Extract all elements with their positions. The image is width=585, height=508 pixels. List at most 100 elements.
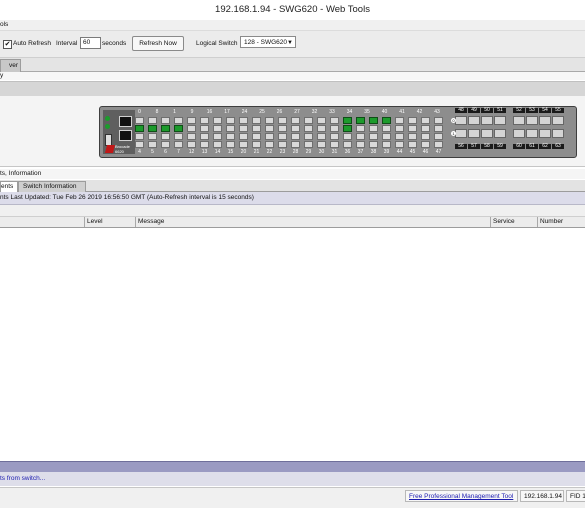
switch-port[interactable] bbox=[252, 133, 261, 140]
switch-port[interactable] bbox=[252, 141, 261, 148]
menu-item-tools[interactable]: ols bbox=[0, 20, 8, 30]
switch-port[interactable] bbox=[200, 141, 209, 148]
switch-port[interactable] bbox=[148, 133, 157, 140]
switch-port[interactable] bbox=[421, 141, 430, 148]
switch-port[interactable] bbox=[382, 117, 391, 124]
switch-port[interactable] bbox=[135, 125, 144, 132]
tab-switch-view[interactable]: ver bbox=[0, 59, 21, 72]
console-port-icon[interactable] bbox=[119, 130, 132, 141]
switch-port[interactable] bbox=[356, 125, 365, 132]
qsfp-port[interactable] bbox=[481, 129, 493, 138]
qsfp-port[interactable] bbox=[481, 116, 493, 125]
switch-port[interactable] bbox=[239, 117, 248, 124]
switch-port[interactable] bbox=[174, 125, 183, 132]
switch-port[interactable] bbox=[382, 125, 391, 132]
switch-port[interactable] bbox=[213, 117, 222, 124]
switch-port[interactable] bbox=[395, 117, 404, 124]
interval-input[interactable]: 60 bbox=[80, 37, 101, 49]
switch-port[interactable] bbox=[382, 141, 391, 148]
switch-port[interactable] bbox=[265, 117, 274, 124]
switch-port[interactable] bbox=[265, 133, 274, 140]
switch-port[interactable] bbox=[226, 125, 235, 132]
qsfp-port[interactable] bbox=[539, 116, 551, 125]
switch-port[interactable] bbox=[330, 141, 339, 148]
switch-port[interactable] bbox=[395, 133, 404, 140]
switch-port[interactable] bbox=[356, 133, 365, 140]
qsfp-port[interactable] bbox=[513, 116, 525, 125]
qsfp-port[interactable] bbox=[455, 116, 467, 125]
switch-port[interactable] bbox=[304, 133, 313, 140]
switch-port[interactable] bbox=[174, 117, 183, 124]
switch-port[interactable] bbox=[291, 141, 300, 148]
switch-port[interactable] bbox=[161, 117, 170, 124]
switch-port[interactable] bbox=[317, 125, 326, 132]
qsfp-port[interactable] bbox=[526, 129, 538, 138]
qsfp-port[interactable] bbox=[468, 129, 480, 138]
switch-port[interactable] bbox=[135, 133, 144, 140]
switch-port[interactable] bbox=[239, 125, 248, 132]
switch-port[interactable] bbox=[200, 125, 209, 132]
switch-port[interactable] bbox=[395, 125, 404, 132]
switch-port[interactable] bbox=[421, 133, 430, 140]
column-header-number[interactable]: Number bbox=[537, 217, 585, 227]
switch-port[interactable] bbox=[252, 117, 261, 124]
switch-port[interactable] bbox=[213, 141, 222, 148]
mgmt-port-icon[interactable] bbox=[119, 116, 132, 127]
switch-port[interactable] bbox=[304, 125, 313, 132]
switch-port[interactable] bbox=[343, 117, 352, 124]
switch-port[interactable] bbox=[408, 141, 417, 148]
switch-port[interactable] bbox=[200, 117, 209, 124]
switch-port[interactable] bbox=[382, 133, 391, 140]
management-tool-link[interactable]: Free Professional Management Tool bbox=[405, 490, 518, 502]
switch-port[interactable] bbox=[330, 117, 339, 124]
switch-port[interactable] bbox=[265, 125, 274, 132]
qsfp-port[interactable] bbox=[526, 116, 538, 125]
qsfp-port[interactable] bbox=[468, 116, 480, 125]
switch-port[interactable] bbox=[148, 141, 157, 148]
switch-port[interactable] bbox=[135, 141, 144, 148]
switch-port[interactable] bbox=[369, 133, 378, 140]
switch-port[interactable] bbox=[161, 141, 170, 148]
switch-port[interactable] bbox=[226, 117, 235, 124]
switch-port[interactable] bbox=[317, 133, 326, 140]
switch-port[interactable] bbox=[278, 117, 287, 124]
switch-port[interactable] bbox=[161, 125, 170, 132]
switch-port[interactable] bbox=[408, 125, 417, 132]
qsfp-port[interactable] bbox=[552, 116, 564, 125]
switch-port[interactable] bbox=[265, 141, 274, 148]
column-header-level[interactable]: Level bbox=[84, 217, 135, 227]
column-header-message[interactable]: Message bbox=[135, 217, 488, 227]
switch-port[interactable] bbox=[239, 141, 248, 148]
switch-port[interactable] bbox=[291, 133, 300, 140]
switch-port[interactable] bbox=[317, 117, 326, 124]
switch-port[interactable] bbox=[200, 133, 209, 140]
switch-port[interactable] bbox=[174, 133, 183, 140]
switch-port[interactable] bbox=[213, 133, 222, 140]
switch-port[interactable] bbox=[343, 141, 352, 148]
switch-port[interactable] bbox=[356, 141, 365, 148]
switch-port[interactable] bbox=[226, 141, 235, 148]
switch-port[interactable] bbox=[239, 133, 248, 140]
refresh-now-button[interactable]: Refresh Now bbox=[132, 36, 184, 51]
switch-port[interactable] bbox=[278, 125, 287, 132]
switch-port[interactable] bbox=[226, 133, 235, 140]
switch-port[interactable] bbox=[187, 141, 196, 148]
switch-port[interactable] bbox=[343, 125, 352, 132]
switch-port[interactable] bbox=[278, 133, 287, 140]
switch-port[interactable] bbox=[434, 125, 443, 132]
switch-port[interactable] bbox=[135, 117, 144, 124]
switch-port[interactable] bbox=[161, 133, 170, 140]
switch-port[interactable] bbox=[304, 141, 313, 148]
switch-port[interactable] bbox=[421, 117, 430, 124]
switch-port[interactable] bbox=[291, 117, 300, 124]
switch-port[interactable] bbox=[252, 125, 261, 132]
switch-port[interactable] bbox=[187, 125, 196, 132]
switch-port[interactable] bbox=[187, 117, 196, 124]
auto-refresh-checkbox[interactable]: ✔ bbox=[3, 40, 12, 49]
switch-port[interactable] bbox=[291, 125, 300, 132]
switch-port[interactable] bbox=[148, 117, 157, 124]
qsfp-port[interactable] bbox=[455, 129, 467, 138]
switch-port[interactable] bbox=[369, 125, 378, 132]
switch-port[interactable] bbox=[304, 117, 313, 124]
switch-port[interactable] bbox=[395, 141, 404, 148]
